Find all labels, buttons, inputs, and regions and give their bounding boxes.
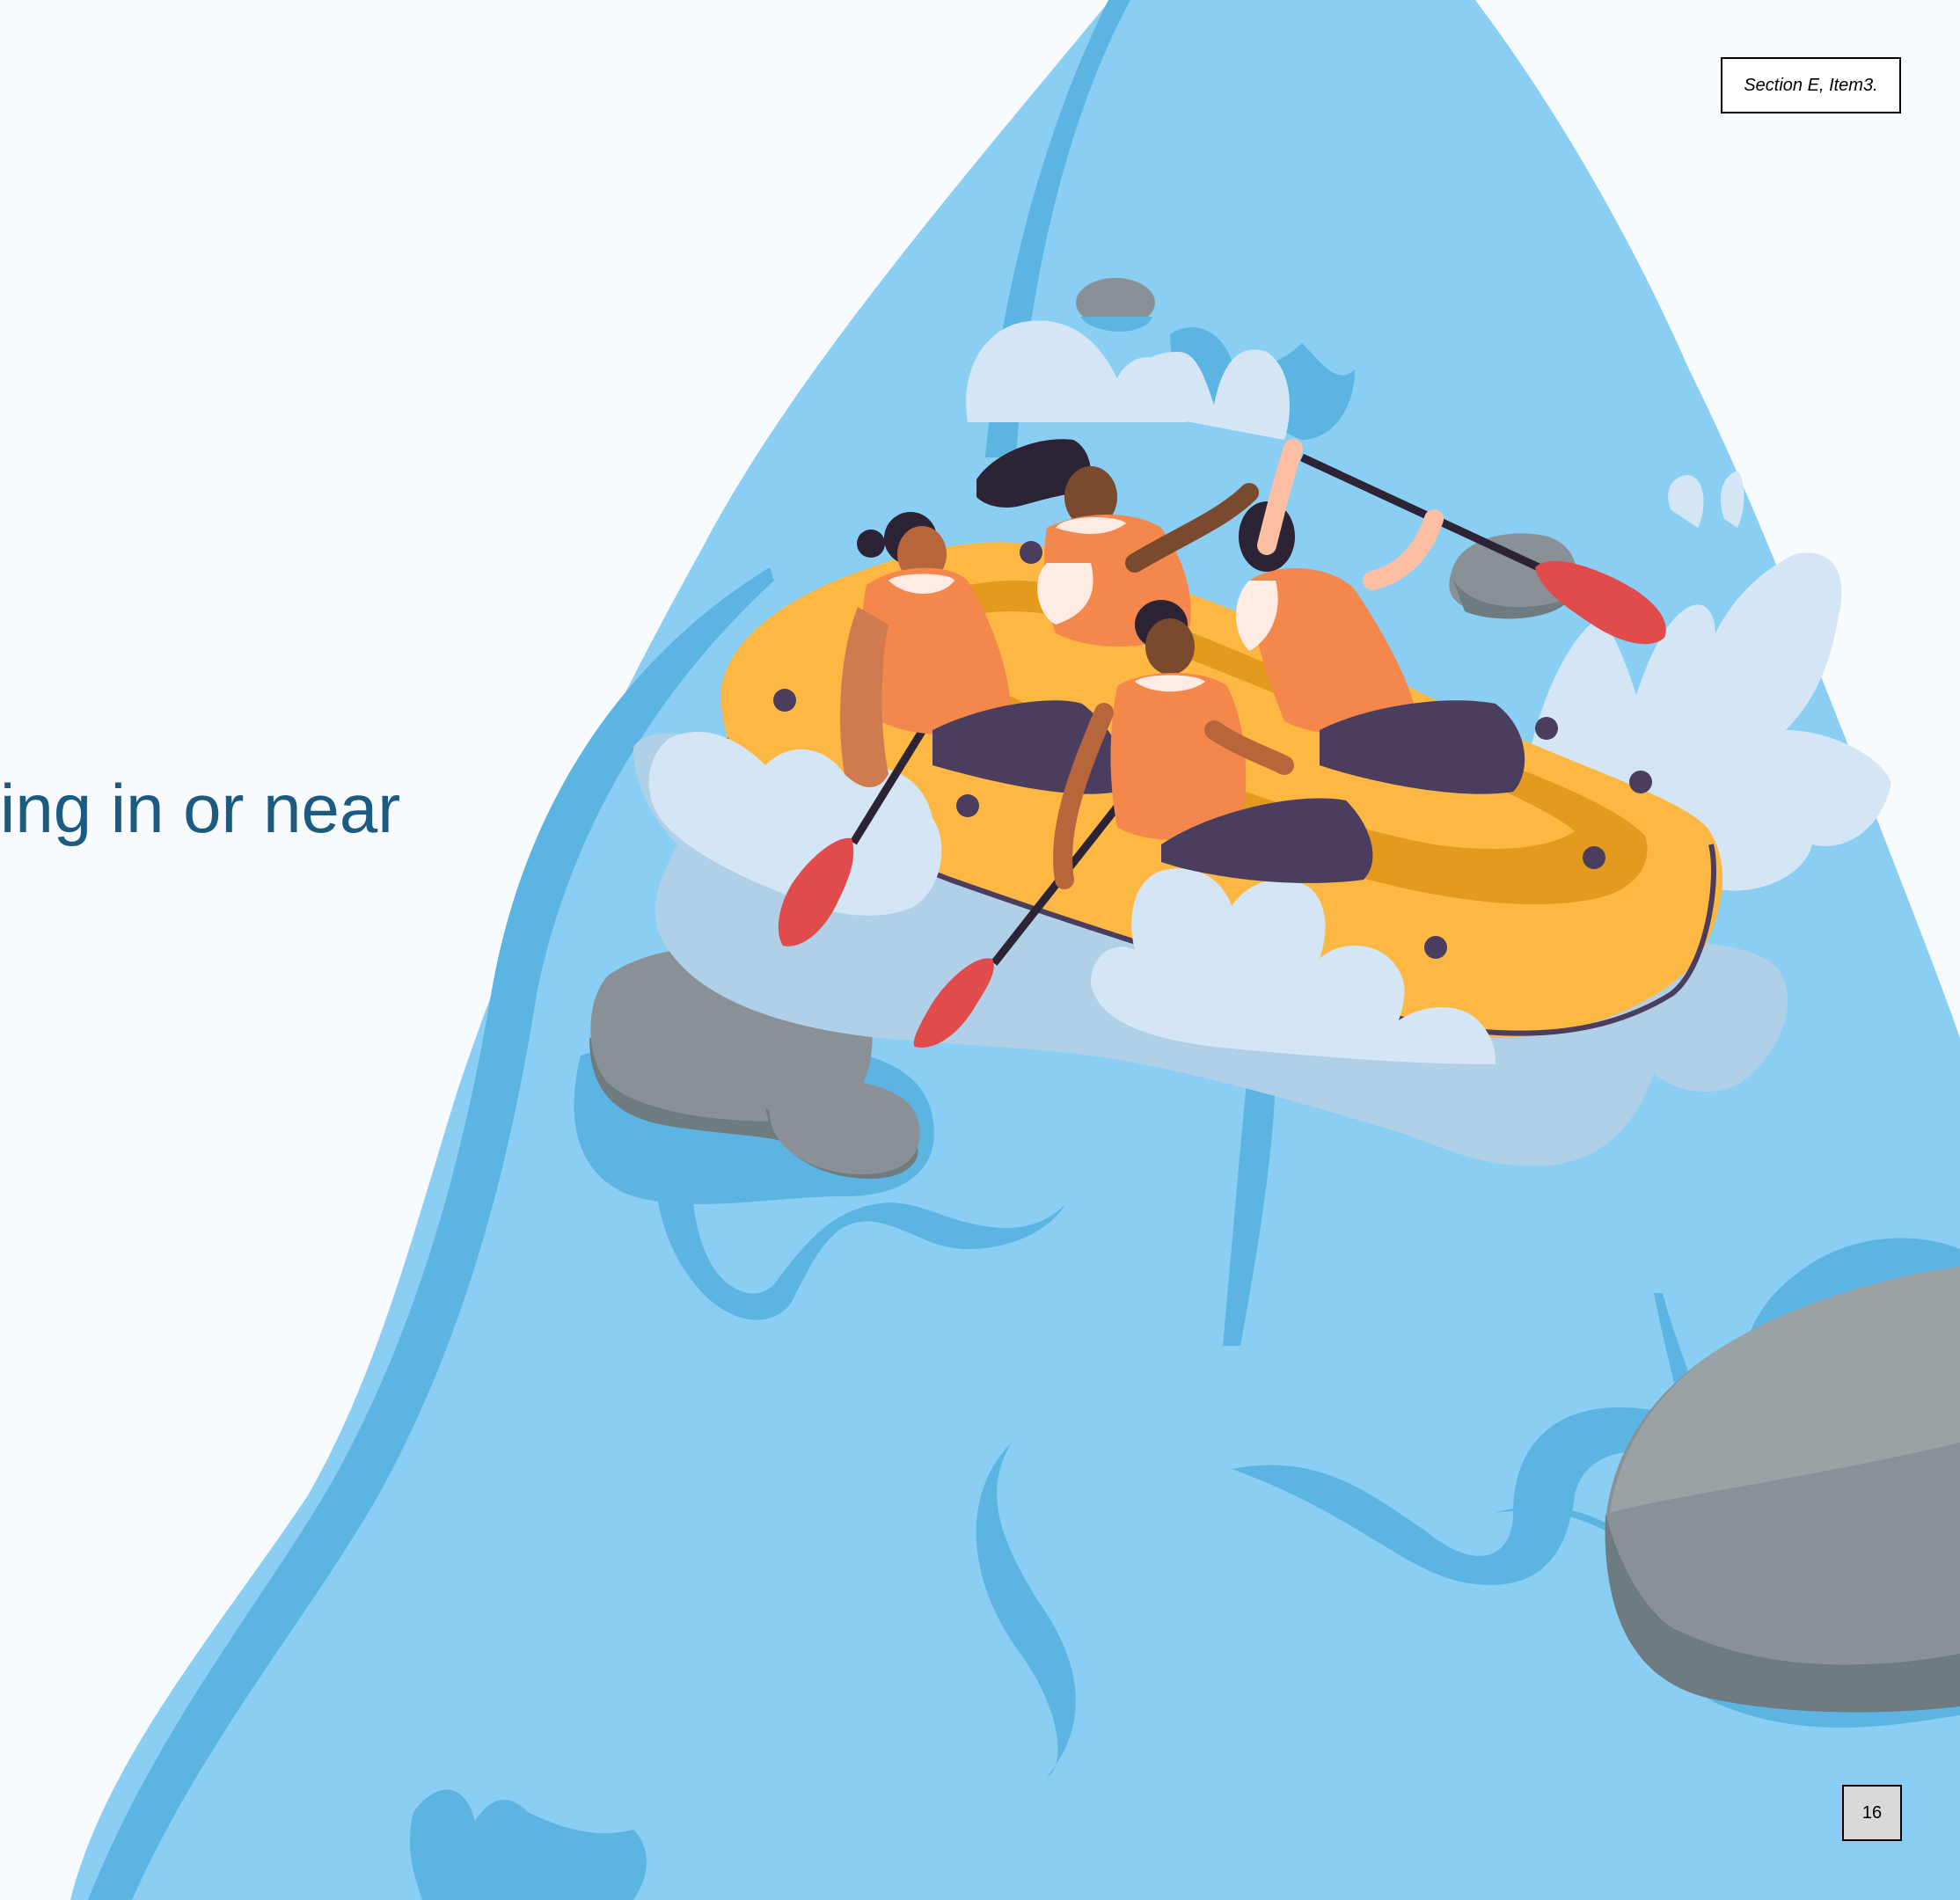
section-tag-label: Section E, Item3. (1744, 75, 1878, 95)
section-tag: Section E, Item3. (1721, 57, 1901, 113)
page-number-box: 16 (1842, 1785, 1902, 1841)
page-number: 16 (1861, 1802, 1883, 1823)
rafting-illustration (70, 0, 1960, 1900)
rock-small-top (1076, 278, 1155, 332)
slide-heading: ing in or near (0, 770, 401, 847)
